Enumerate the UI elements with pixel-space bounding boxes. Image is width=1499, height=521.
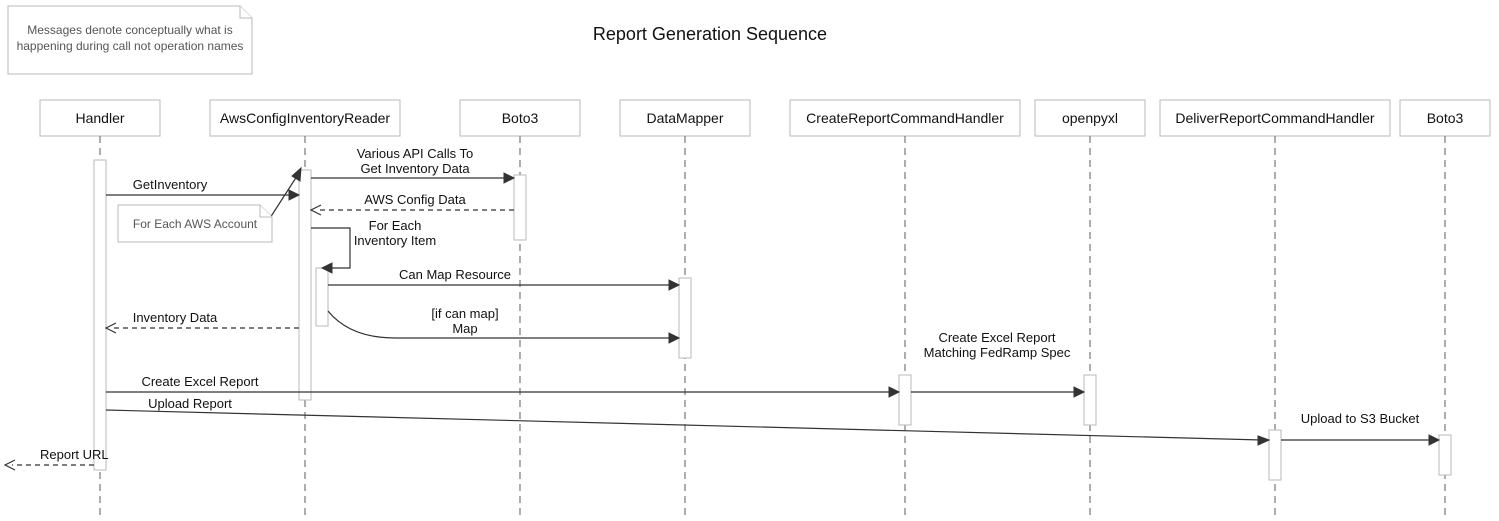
- msg-config-data-label: AWS Config Data: [364, 192, 466, 207]
- activation-deliverh: [1269, 430, 1281, 480]
- msg-can-map-label: Can Map Resource: [399, 267, 511, 282]
- msg-inventory-data-label: Inventory Data: [133, 310, 218, 325]
- msg-upload-report-label: Upload Report: [148, 396, 232, 411]
- participant-createh: CreateReportCommandHandler: [790, 100, 1020, 520]
- msg-create-excel: Create Excel Report Matching FedRamp Spe…: [911, 330, 1084, 397]
- msg-foreach-item: For Each Inventory Item: [311, 218, 436, 273]
- msg-config-data: AWS Config Data: [311, 192, 514, 215]
- activation-handler: [94, 160, 106, 470]
- note-top: Messages denote conceptually what is hap…: [8, 6, 252, 74]
- msg-api-calls-l2: Get Inventory Data: [360, 161, 470, 176]
- participant-reader-label: AwsConfigInventoryReader: [220, 110, 391, 126]
- participant-deliverh-label: DeliverReportCommandHandler: [1175, 110, 1375, 126]
- msg-create-excel-l2: Matching FedRamp Spec: [924, 345, 1071, 360]
- diagram-title: Report Generation Sequence: [593, 24, 827, 44]
- msg-create-report: Create Excel Report: [106, 374, 899, 397]
- participant-openpyxl: openpyxl: [1035, 100, 1145, 520]
- msg-can-map: Can Map Resource: [328, 267, 679, 290]
- msg-api-calls: Various API Calls To Get Inventory Data: [311, 146, 514, 183]
- activation-boto3b: [1439, 435, 1451, 475]
- msg-upload-s3: Upload to S3 Bucket: [1281, 411, 1439, 445]
- activation-boto3a: [514, 175, 526, 240]
- participant-boto3b-label: Boto3: [1427, 110, 1464, 126]
- participant-openpyxl-label: openpyxl: [1062, 110, 1118, 126]
- msg-report-url: Report URL: [5, 447, 109, 470]
- activation-createh: [899, 375, 911, 425]
- msg-create-excel-l1: Create Excel Report: [938, 330, 1055, 345]
- activation-reader: [299, 170, 311, 400]
- note-top-line2: happening during call not operation name…: [17, 39, 244, 53]
- msg-map: [if can map] Map: [328, 306, 679, 343]
- msg-report-url-label: Report URL: [40, 447, 109, 462]
- msg-foreach-item-l1: For Each: [369, 218, 422, 233]
- activation-mapper: [679, 278, 691, 358]
- activation-reader-nested: [316, 268, 328, 326]
- msg-upload-s3-label: Upload to S3 Bucket: [1301, 411, 1420, 426]
- participant-mapper-label: DataMapper: [646, 110, 723, 126]
- msg-get-inventory: GetInventory: [106, 177, 299, 200]
- msg-inventory-data: Inventory Data: [106, 310, 299, 333]
- activation-openpyxl: [1084, 375, 1096, 425]
- participant-handler-label: Handler: [75, 110, 124, 126]
- msg-create-report-label: Create Excel Report: [141, 374, 258, 389]
- sequence-diagram: Report Generation Sequence Messages deno…: [0, 0, 1499, 521]
- msg-foreach-item-l2: Inventory Item: [354, 233, 436, 248]
- msg-api-calls-l1: Various API Calls To: [357, 146, 474, 161]
- note-account-line1: For Each AWS Account: [133, 217, 258, 231]
- msg-map-label: Map: [452, 321, 477, 336]
- participant-createh-label: CreateReportCommandHandler: [806, 110, 1004, 126]
- msg-map-cond: [if can map]: [431, 306, 498, 321]
- note-top-line1: Messages denote conceptually what is: [27, 23, 232, 37]
- participant-boto3a-label: Boto3: [502, 110, 539, 126]
- msg-get-inventory-label: GetInventory: [133, 177, 208, 192]
